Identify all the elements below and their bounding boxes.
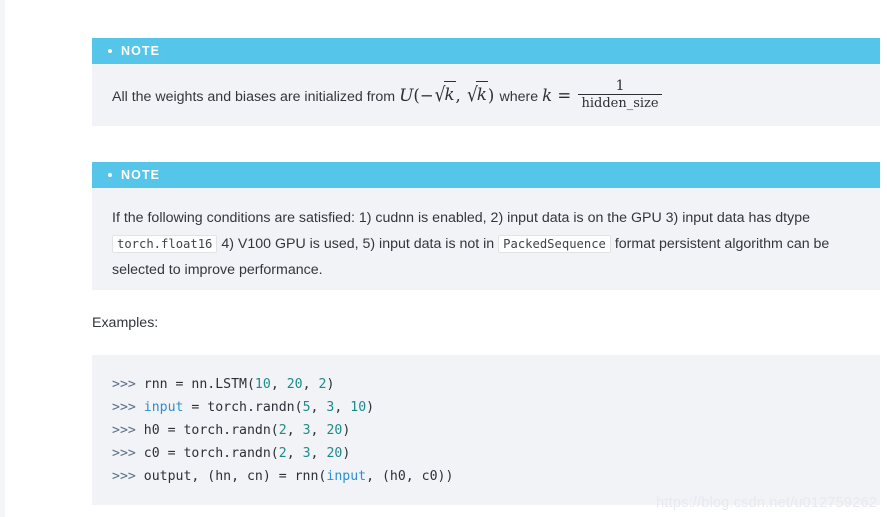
code-token-num: 20 [326,446,343,461]
formula-fraction: 1 hidden_size [578,78,662,112]
code-token-num: 2 [278,446,287,461]
code-token-plain: , [310,400,327,415]
code-token-plain: , [286,446,303,461]
code-token-plain: output, (hn, cn) = rnn( [143,469,327,484]
code-token-num: 3 [302,423,311,438]
code-token-plain: ) [342,423,351,438]
inline-code-torch-float16: torch.float16 [112,235,218,253]
documentation-page: NOTE All the weights and biases are init… [0,0,887,517]
code-line: >>> h0 = torch.randn(2, 3, 20) [112,419,860,442]
code-token-plain: , [310,446,327,461]
code-token-plain: ) [342,446,351,461]
code-line: >>> c0 = torch.randn(2, 3, 20) [112,442,860,465]
formula-distribution-symbol: U [399,86,414,106]
note-header-2: NOTE [92,162,880,188]
code-token-prompt: >>> [112,423,144,438]
formula-sqrt-1: √k [434,81,456,109]
note-1-k-definition: k = 1 hidden_size [542,79,663,111]
formula-equals: = [557,86,572,105]
formula-sqrt-1-arg: k [443,81,456,108]
code-token-plain: , [310,423,327,438]
note-label-2: NOTE [121,168,161,182]
code-token-num: 3 [302,446,311,461]
formula-comma: , [455,86,461,105]
code-line: >>> input = torch.randn(5, 3, 10) [112,396,860,419]
code-line: >>> rnn = nn.LSTM(10, 20, 2) [112,373,860,396]
formula-minus: − [419,86,434,105]
code-token-plain: , [286,423,303,438]
code-token-num: 10 [254,377,271,392]
code-token-kw: input [326,469,367,484]
code-token-plain: ) [366,400,375,415]
note-body-2: If the following conditions are satisfie… [92,188,880,290]
code-token-num: 10 [350,400,367,415]
note-admonition-1: NOTE All the weights and biases are init… [92,38,880,126]
code-token-prompt: >>> [112,377,144,392]
code-token-prompt: >>> [112,400,144,415]
code-token-prompt: >>> [112,446,144,461]
code-token-num: 20 [326,423,343,438]
note-admonition-2: NOTE If the following conditions are sat… [92,162,880,290]
code-token-prompt: >>> [112,469,144,484]
code-token-plain: ) [326,377,335,392]
fraction-numerator: 1 [615,78,625,94]
formula-sqrt-2-arg: k [475,81,488,108]
document-content: NOTE All the weights and biases are init… [0,0,887,517]
code-token-plain: , (h0, c0)) [366,469,454,484]
formula-sqrt-2: √k [466,81,488,109]
code-block-example[interactable]: >>> rnn = nn.LSTM(10, 20, 2) >>> input = … [92,355,880,505]
code-token-num: 5 [302,400,311,415]
code-token-num: 2 [278,423,287,438]
formula-variable-k: k [542,86,553,105]
code-token-plain: h0 = torch.randn( [143,423,279,438]
code-token-plain: , [334,400,351,415]
code-line: >>> output, (hn, cn) = rnn(input, (h0, c… [112,465,860,488]
note-body-1: All the weights and biases are initializ… [92,64,880,126]
note-label-1: NOTE [121,44,161,58]
note-1-where: where [499,89,539,105]
bullet-dot-icon [108,173,112,177]
inline-code-packedsequence: PackedSequence [498,235,611,253]
watermark-url: https://blog.csdn.net/u012759262 [656,495,877,511]
note-2-segment-text-1: If the following conditions are satisfie… [112,210,810,226]
note-1-formula: U(−√k, √k) [399,81,499,107]
code-token-plain: , [270,377,287,392]
code-token-kw: input [143,400,184,415]
code-token-plain: = torch.randn( [183,400,303,415]
fraction-denominator: hidden_size [578,94,662,112]
code-token-plain: rnn = nn.LSTM( [143,377,255,392]
code-token-num: 20 [286,377,303,392]
code-token-plain: c0 = torch.randn( [143,446,279,461]
note-2-segment-text-2: 4) V100 GPU is used, 5) input data is no… [217,236,499,252]
examples-label: Examples: [92,315,159,331]
note-header-1: NOTE [92,38,880,64]
formula-close-paren: ) [487,86,495,105]
bullet-dot-icon [108,49,112,53]
code-token-plain: , [302,377,319,392]
note-1-text: All the weights and biases are initializ… [112,89,396,105]
